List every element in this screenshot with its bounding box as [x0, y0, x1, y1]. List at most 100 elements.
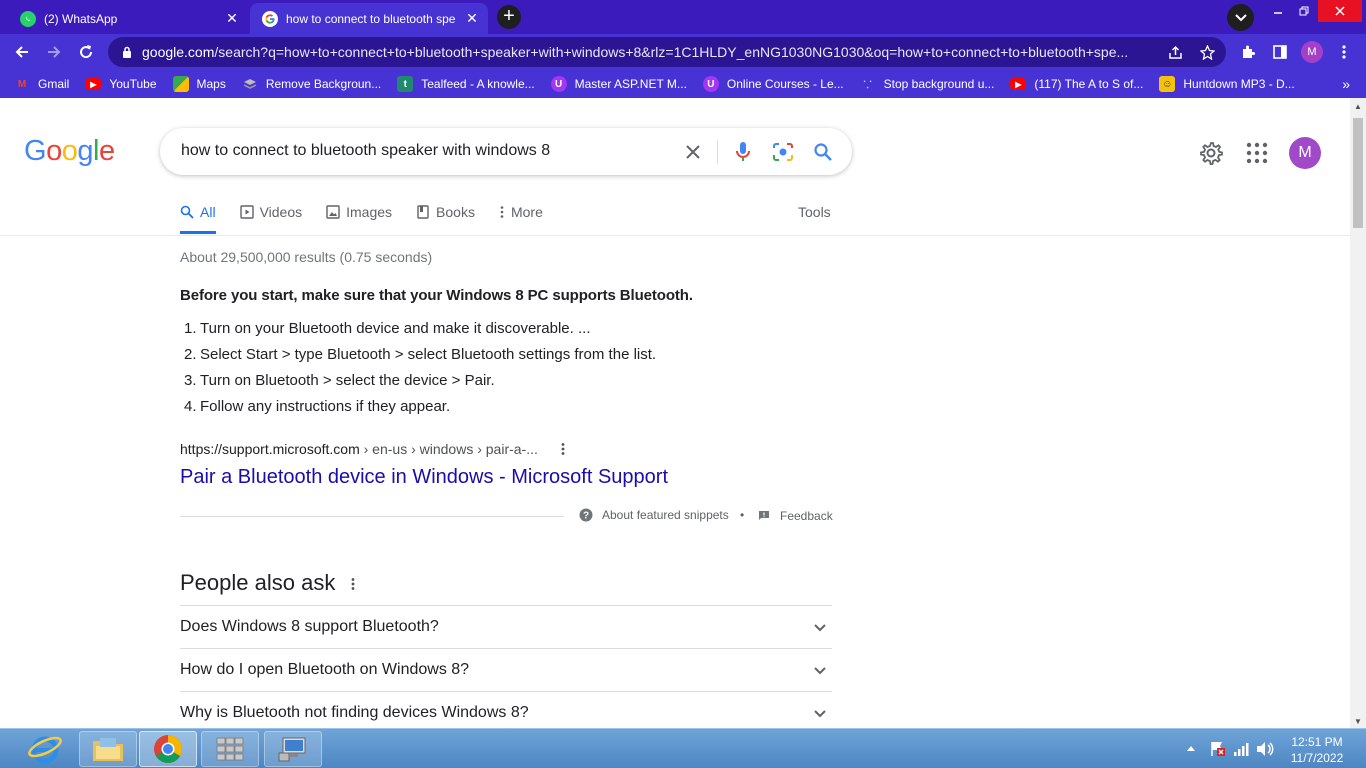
- reload-button[interactable]: [72, 38, 100, 66]
- restore-icon: [1299, 6, 1309, 16]
- paa-question[interactable]: Why is Bluetooth not finding devices Win…: [180, 691, 832, 728]
- profile-avatar: M: [1301, 41, 1323, 63]
- profile-button[interactable]: M: [1300, 40, 1324, 64]
- bookmark-maps[interactable]: Maps: [172, 76, 226, 92]
- bookmark-youtube[interactable]: ▶ YouTube: [85, 77, 157, 91]
- tab-images[interactable]: Images: [326, 202, 392, 234]
- camera-search-icon[interactable]: [771, 140, 795, 164]
- address-bar[interactable]: google.com/search?q=how+to+connect+to+bl…: [108, 37, 1226, 67]
- tab-videos[interactable]: Videos: [239, 202, 302, 234]
- result-source-url[interactable]: https://support.microsoft.com › en-us › …: [180, 441, 538, 457]
- bookmark-star-icon[interactable]: [1199, 44, 1215, 60]
- tab-whatsapp[interactable]: (2) WhatsApp ✕: [8, 3, 248, 34]
- internet-explorer-icon[interactable]: [16, 731, 74, 767]
- huntdown-icon: ☺: [1159, 76, 1176, 92]
- plus-icon: +: [497, 5, 521, 29]
- side-panel-icon: [1273, 45, 1287, 59]
- minimize-icon: [1274, 12, 1282, 14]
- maps-icon: [172, 76, 189, 92]
- search-input[interactable]: how to connect to bluetooth speaker with…: [181, 142, 550, 160]
- paa-question[interactable]: How do I open Bluetooth on Windows 8?: [180, 648, 832, 691]
- google-logo[interactable]: Google: [24, 135, 115, 168]
- bookmark-stop-background[interactable]: ⸪ Stop background u...: [860, 76, 995, 92]
- system-clock[interactable]: 12:51 PM 11/7/2022: [1285, 734, 1349, 766]
- share-icon[interactable]: [1167, 44, 1183, 60]
- app-grid-icon[interactable]: [201, 731, 259, 767]
- extensions-button[interactable]: [1236, 40, 1260, 64]
- feedback-link[interactable]: Feedback: [757, 509, 833, 523]
- back-button[interactable]: [8, 38, 36, 66]
- close-tab-icon[interactable]: ✕: [222, 9, 242, 29]
- bookmark-tealfeed[interactable]: t Tealfeed - A knowle...: [397, 76, 535, 92]
- bookmark-gmail[interactable]: M Gmail: [14, 76, 70, 92]
- gmail-icon: M: [17, 78, 27, 90]
- image-icon: [326, 205, 340, 219]
- svg-text:?: ?: [583, 511, 589, 522]
- tools-button[interactable]: Tools: [798, 204, 831, 220]
- bookmark-remove-background[interactable]: Remove Backgroun...: [242, 76, 381, 92]
- bookmark-master-aspnet[interactable]: U Master ASP.NET M...: [550, 76, 687, 92]
- feedback-icon: [757, 509, 771, 523]
- account-avatar[interactable]: M: [1289, 137, 1321, 169]
- clear-search-icon[interactable]: [681, 140, 705, 164]
- tab-google-search[interactable]: how to connect to bluetooth spe ✕: [250, 3, 488, 34]
- featured-snippet-heading: Before you start, make sure that your Wi…: [180, 287, 693, 304]
- header-divider: [0, 235, 1350, 236]
- chrome-icon[interactable]: [139, 731, 197, 767]
- tab-all[interactable]: All: [180, 202, 216, 234]
- show-hidden-icons[interactable]: [1186, 743, 1196, 753]
- chrome-menu-button[interactable]: [1332, 40, 1356, 64]
- back-arrow-icon: [15, 46, 28, 58]
- book-icon: [416, 205, 430, 219]
- scrollbar-thumb[interactable]: [1353, 118, 1363, 228]
- page-scrollbar[interactable]: ▲ ▼: [1350, 98, 1366, 728]
- bookmark-label: Huntdown MP3 - D...: [1183, 77, 1295, 91]
- tab-books[interactable]: Books: [416, 202, 475, 234]
- list-item: 3. Turn on Bluetooth > select the device …: [184, 372, 495, 389]
- bookmarks-overflow-icon[interactable]: »: [1342, 76, 1350, 92]
- search-icon[interactable]: [811, 140, 835, 164]
- udemy-icon: U: [702, 76, 719, 92]
- bookmark-a-to-s[interactable]: ▶ (117) The A to S of...: [1010, 77, 1143, 91]
- forward-button[interactable]: [40, 38, 68, 66]
- scroll-down-icon[interactable]: ▼: [1354, 717, 1362, 726]
- tab-search-button[interactable]: [1227, 4, 1254, 31]
- people-also-ask-heading: People also ask: [180, 570, 336, 595]
- web-icon: ⸪: [863, 80, 872, 91]
- paa-menu-icon[interactable]: [347, 575, 359, 593]
- chevron-down-icon: [812, 706, 828, 722]
- volume-icon[interactable]: [1256, 740, 1274, 758]
- side-panel-button[interactable]: [1268, 40, 1292, 64]
- search-box[interactable]: how to connect to bluetooth speaker with…: [160, 128, 852, 175]
- voice-search-icon[interactable]: [731, 140, 755, 164]
- list-item: 2. Select Start > type Bluetooth > select…: [184, 346, 657, 363]
- bookmark-huntdown[interactable]: ☺ Huntdown MP3 - D...: [1159, 76, 1295, 92]
- separator-dot: •: [740, 508, 745, 522]
- search-icon: [180, 205, 194, 219]
- video-icon: [239, 205, 254, 219]
- remote-desktop-icon[interactable]: [264, 731, 322, 767]
- udemy-icon: U: [550, 76, 567, 92]
- close-tab-icon[interactable]: ✕: [462, 9, 482, 29]
- minimize-button[interactable]: [1266, 0, 1290, 22]
- network-icon[interactable]: [1232, 740, 1250, 758]
- tealfeed-icon: t: [397, 76, 414, 92]
- bookmark-online-courses[interactable]: U Online Courses - Le...: [702, 76, 844, 92]
- youtube-icon: ▶: [85, 78, 102, 90]
- search-type-tabs: All Videos Images Books More: [180, 202, 567, 234]
- scroll-up-icon[interactable]: ▲: [1354, 102, 1362, 111]
- about-featured-snippets-link[interactable]: ? About featured snippets: [579, 508, 729, 522]
- new-tab-button[interactable]: +: [495, 5, 523, 29]
- restore-button[interactable]: [1292, 0, 1316, 22]
- people-also-ask-list: Does Windows 8 support Bluetooth? How do…: [180, 605, 832, 728]
- result-title-link[interactable]: Pair a Bluetooth device in Windows - Mic…: [180, 466, 668, 489]
- google-apps-icon[interactable]: [1245, 141, 1269, 165]
- tab-more[interactable]: More: [499, 202, 543, 234]
- window-close-button[interactable]: [1318, 0, 1362, 22]
- paa-question[interactable]: Does Windows 8 support Bluetooth?: [180, 605, 832, 648]
- tab-label: All: [200, 204, 216, 220]
- result-menu-icon[interactable]: [557, 440, 569, 458]
- action-center-icon[interactable]: [1209, 740, 1227, 758]
- file-explorer-icon[interactable]: [79, 731, 137, 767]
- settings-gear-icon[interactable]: [1198, 140, 1224, 166]
